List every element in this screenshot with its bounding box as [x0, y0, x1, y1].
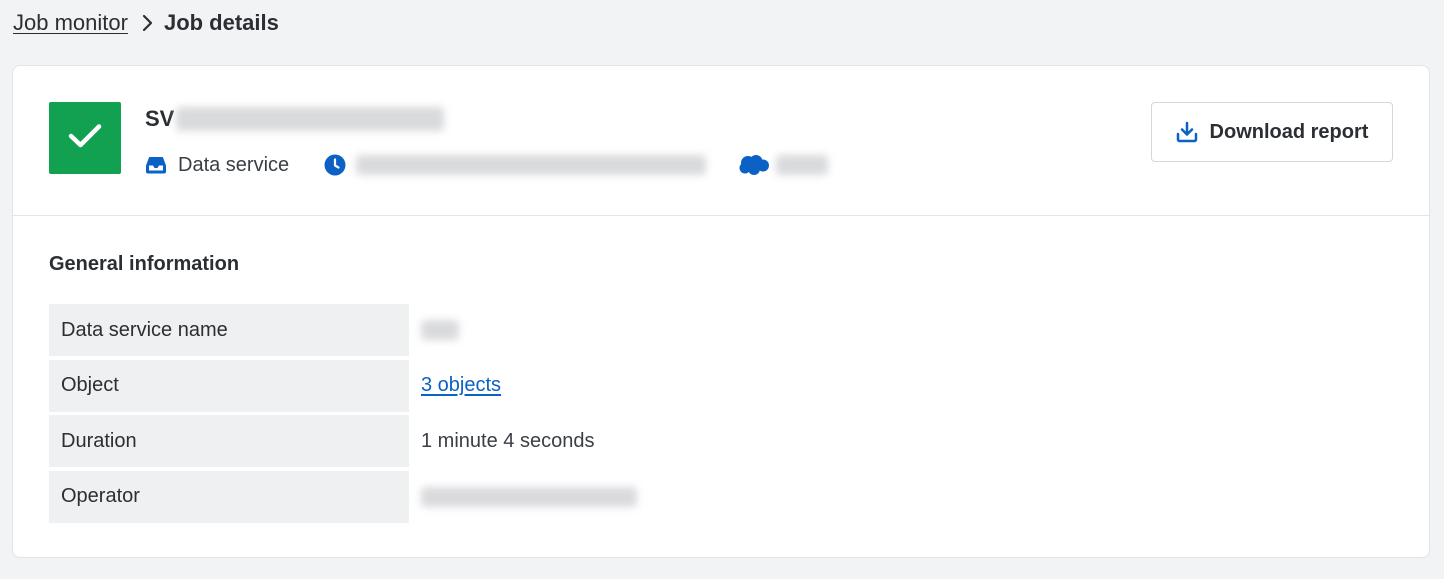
- job-title-prefix: SV: [145, 106, 175, 131]
- row-label-operator: Operator: [49, 470, 409, 523]
- data-service-name-redacted: [421, 320, 459, 340]
- job-title: SV: [145, 102, 445, 136]
- download-report-label: Download report: [1209, 120, 1369, 143]
- table-row: Data service name: [49, 304, 637, 356]
- clock-icon: [324, 154, 346, 176]
- job-type-label: Data service: [178, 153, 290, 176]
- operator-redacted: [421, 486, 637, 507]
- breadcrumb: Job monitor Job details: [13, 8, 279, 38]
- objects-link[interactable]: 3 objects: [421, 374, 501, 397]
- job-title-redacted: [176, 107, 445, 131]
- job-header: SV Data service Download report: [13, 66, 1429, 216]
- download-icon: [1176, 121, 1198, 143]
- row-value-duration: 1 minute 4 seconds: [421, 429, 595, 452]
- salesforce-cloud-icon: [738, 154, 770, 176]
- table-row: Operator: [49, 470, 637, 523]
- status-badge: [49, 102, 121, 174]
- job-time: [324, 154, 707, 176]
- table-row: Object 3 objects: [49, 359, 637, 412]
- chevron-right-icon: [134, 14, 160, 32]
- inbox-icon: [145, 154, 167, 176]
- job-connector: [738, 154, 829, 176]
- download-report-button[interactable]: Download report: [1151, 102, 1393, 162]
- page-title: Job details: [163, 10, 279, 35]
- section-title-general-information: General information: [49, 253, 240, 275]
- row-value-object: 3 objects: [409, 360, 501, 412]
- job-details-card: SV Data service Download report General …: [12, 65, 1430, 558]
- row-value-data-service-name: [409, 304, 459, 356]
- table-row: Duration 1 minute 4 seconds: [49, 415, 637, 467]
- breadcrumb-job-monitor-link[interactable]: Job monitor: [13, 10, 128, 36]
- job-meta: Data service: [145, 148, 829, 182]
- job-type: Data service: [145, 154, 289, 177]
- connector-name-redacted: [776, 155, 829, 175]
- general-information-table: Data service name Object 3 objects Durat…: [49, 304, 637, 526]
- row-label-data-service-name: Data service name: [49, 304, 409, 356]
- row-label-duration: Duration: [49, 415, 409, 467]
- row-value-operator: [409, 471, 637, 523]
- row-label-object: Object: [49, 359, 409, 412]
- job-time-redacted: [356, 155, 707, 175]
- check-icon: [68, 123, 102, 154]
